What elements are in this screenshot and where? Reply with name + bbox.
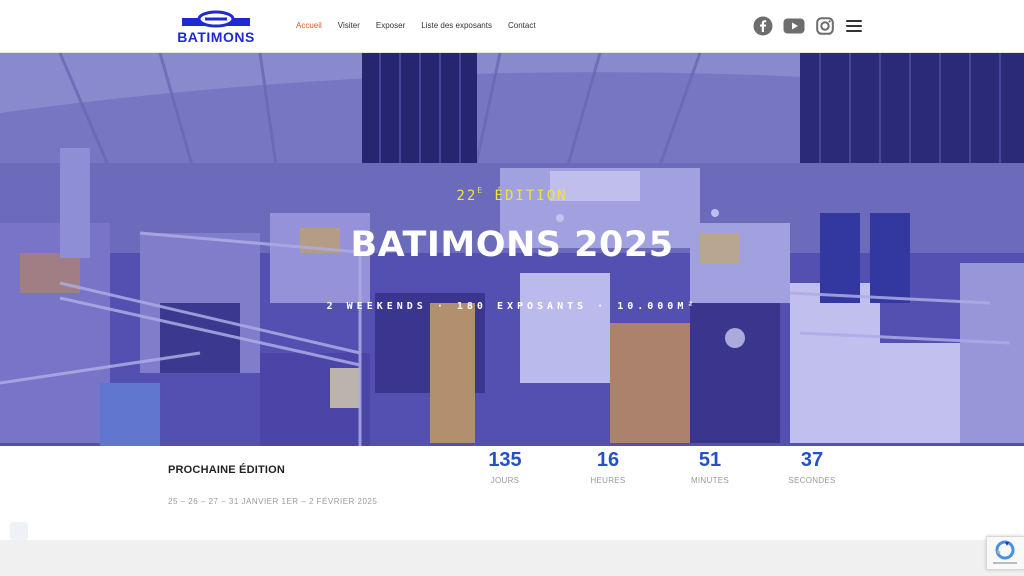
recaptcha-icon xyxy=(993,540,1017,564)
social-links xyxy=(752,15,862,37)
nav-visiter[interactable]: Visiter xyxy=(338,20,360,32)
countdown-minutes-label: MINUTES xyxy=(690,476,730,485)
hero-banner: 22E ÉDITION BATIMONS 2025 2 WEEKENDS · 1… xyxy=(0,53,1024,446)
countdown-seconds: 37 SECONDES xyxy=(782,448,842,485)
countdown-days-value: 135 xyxy=(488,449,522,471)
footer-band xyxy=(0,540,1024,576)
countdown-hours-value: 16 xyxy=(596,449,620,471)
next-edition-section: PROCHAINE ÉDITION 25 – 26 – 27 – 31 JANV… xyxy=(0,446,1024,540)
menu-icon[interactable] xyxy=(846,20,862,32)
edition-suffix: E xyxy=(477,186,485,195)
countdown-seconds-label: SECONDES xyxy=(788,476,836,485)
countdown-seconds-value: 37 xyxy=(800,449,824,471)
countdown-days-label: JOURS xyxy=(490,476,520,485)
recaptcha-badge[interactable] xyxy=(986,536,1024,570)
countdown-minutes-value: 51 xyxy=(698,449,722,471)
next-edition-label: PROCHAINE ÉDITION xyxy=(168,464,286,476)
cookie-badge[interactable] xyxy=(10,522,28,540)
countdown-hours: 16 HEURES xyxy=(578,448,638,485)
hero-tagline: 2 WEEKENDS · 180 EXPOSANTS · 10.000M² xyxy=(326,301,698,312)
edition-word: ÉDITION xyxy=(494,188,568,204)
main-nav: Accueil Visiter Exposer Liste des exposa… xyxy=(296,20,552,32)
logo-text: BATIMONS xyxy=(177,29,255,44)
countdown-days: 135 JOURS xyxy=(475,448,535,485)
youtube-icon[interactable] xyxy=(783,15,805,37)
countdown-minutes: 51 MINUTES xyxy=(680,448,740,485)
site-header: BATIMONS Accueil Visiter Exposer Liste d… xyxy=(0,0,1024,53)
countdown-hours-label: HEURES xyxy=(590,476,626,485)
nav-liste-exposants[interactable]: Liste des exposants xyxy=(421,20,492,32)
nav-accueil[interactable]: Accueil xyxy=(296,20,322,32)
hero-title: BATIMONS 2025 xyxy=(350,225,674,265)
nav-contact[interactable]: Contact xyxy=(508,20,536,32)
edition-label: 22E ÉDITION xyxy=(0,186,1024,204)
edition-number: 22 xyxy=(456,188,478,204)
next-edition-dates: 25 – 26 – 27 – 31 JANVIER 1ER – 2 FÉVRIE… xyxy=(168,497,378,506)
instagram-icon[interactable] xyxy=(814,15,836,37)
nav-exposer[interactable]: Exposer xyxy=(376,20,405,32)
facebook-icon[interactable] xyxy=(752,15,774,37)
batimons-logo[interactable]: BATIMONS xyxy=(168,10,264,45)
